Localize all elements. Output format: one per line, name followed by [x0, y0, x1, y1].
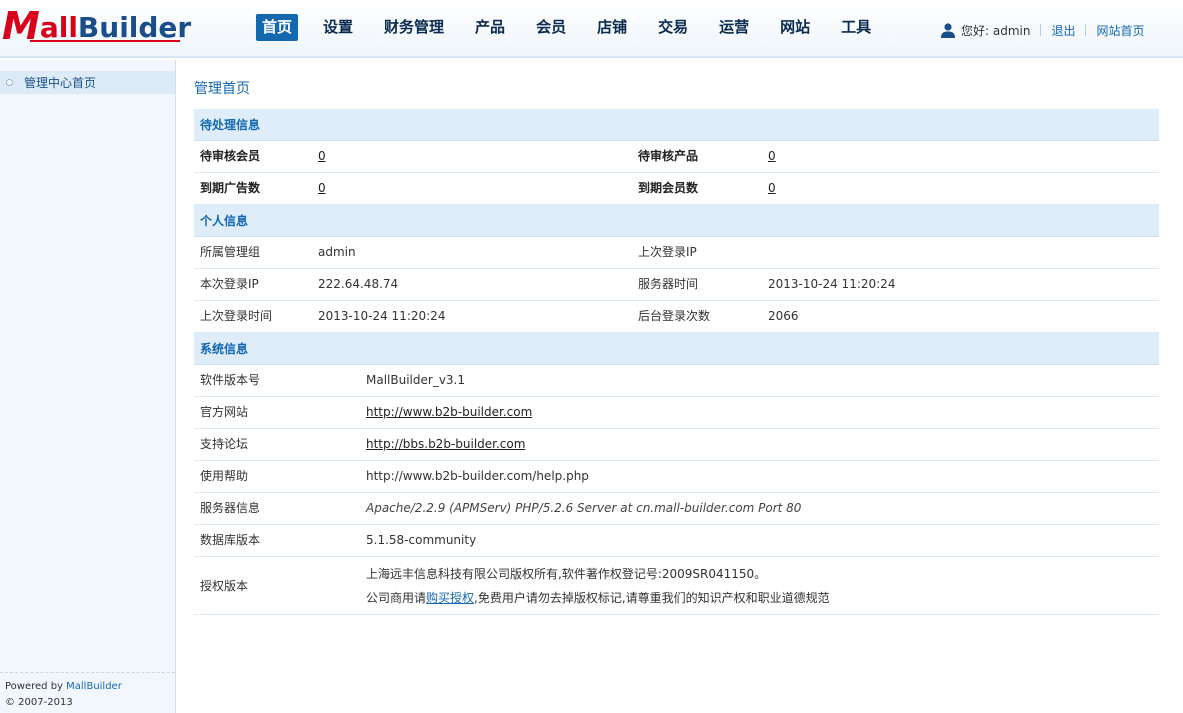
- expired-ads-label: 到期广告数: [200, 181, 261, 195]
- this-ip-value: 222.64.48.74: [318, 277, 399, 291]
- group-value: admin: [318, 245, 356, 259]
- powered-by: Powered by MallBuilder: [5, 679, 122, 695]
- table-row: 使用帮助 http://www.b2b-builder.com/help.php: [194, 461, 1159, 493]
- nav-item-shops[interactable]: 店铺: [591, 14, 633, 41]
- nav-item-products[interactable]: 产品: [469, 14, 511, 41]
- last-login-label: 上次登录时间: [200, 309, 273, 323]
- last-login-value: 2013-10-24 11:20:24: [318, 309, 446, 323]
- table-row: 数据库版本 5.1.58-community: [194, 525, 1159, 557]
- license-line-2-prefix: 公司商用请: [366, 591, 427, 605]
- pending-products-link[interactable]: 0: [768, 141, 776, 172]
- version-label: 软件版本号: [200, 373, 261, 387]
- user-bar: 您好: admin 退出 网站首页: [940, 21, 1145, 39]
- section-personal-header: 个人信息: [194, 205, 1159, 237]
- db-version-value: 5.1.58-community: [366, 533, 477, 547]
- official-site-label: 官方网站: [200, 405, 249, 419]
- sidebar-item-label: 管理中心首页: [24, 76, 97, 90]
- buy-license-link[interactable]: 购买授权: [426, 591, 474, 605]
- nav-item-members[interactable]: 会员: [530, 14, 572, 41]
- db-version-label: 数据库版本: [200, 533, 261, 547]
- mallbuilder-logo[interactable]: Mall Builder: [2, 4, 191, 48]
- powered-by-prefix: Powered by: [5, 681, 67, 692]
- divider: [1040, 24, 1042, 36]
- user-icon: [941, 23, 955, 38]
- section-pending-header: 待处理信息: [194, 109, 1159, 141]
- sidebar-footer-divider: [0, 672, 175, 673]
- expired-ads-link[interactable]: 0: [318, 173, 326, 204]
- forum-link[interactable]: http://bbs.b2b-builder.com: [366, 429, 525, 460]
- table-row: 所属管理组 admin 上次登录IP: [194, 237, 1159, 269]
- table-row: 软件版本号 MallBuilder_v3.1: [194, 365, 1159, 397]
- table-row: 待审核会员 0 待审核产品 0: [194, 141, 1159, 173]
- license-line-2-suffix: ,免费用户请勿去掉版权标记,请尊重我们的知识产权和职业道德规范: [474, 591, 830, 605]
- license-line-1: 上海远丰信息科技有限公司版权所有,软件著作权登记号:2009SR041150。: [366, 567, 767, 581]
- server-time-label: 服务器时间: [638, 277, 699, 291]
- top-nav: 首页 设置 财务管理 产品 会员 店铺 交易 运营 网站 工具: [256, 14, 896, 42]
- greeting-text: 您好: admin: [961, 23, 1031, 38]
- forum-label: 支持论坛: [200, 437, 249, 451]
- license-value: 上海远丰信息科技有限公司版权所有,软件著作权登记号:2009SR041150。 …: [366, 562, 830, 610]
- last-ip-label: 上次登录IP: [638, 245, 697, 259]
- table-row: 服务器信息 Apache/2.2.9 (APMServ) PHP/5.2.6 S…: [194, 493, 1159, 525]
- pending-members-label: 待审核会员: [200, 149, 261, 163]
- table-row: 本次登录IP 222.64.48.74 服务器时间 2013-10-24 11:…: [194, 269, 1159, 301]
- expired-members-link[interactable]: 0: [768, 173, 776, 204]
- sidebar-footer: Powered by MallBuilder © 2007-2013: [5, 679, 122, 711]
- server-info-label: 服务器信息: [200, 501, 261, 515]
- bullet-icon: [6, 79, 13, 86]
- nav-item-trade[interactable]: 交易: [652, 14, 694, 41]
- logo-underline: [30, 40, 180, 42]
- sidebar-item-admin-home[interactable]: 管理中心首页: [0, 71, 175, 94]
- login-count-label: 后台登录次数: [638, 309, 711, 323]
- pending-members-link[interactable]: 0: [318, 141, 326, 172]
- this-ip-label: 本次登录IP: [200, 277, 259, 291]
- logout-link[interactable]: 退出: [1051, 22, 1075, 39]
- nav-item-finance[interactable]: 财务管理: [378, 14, 450, 41]
- license-label: 授权版本: [200, 579, 249, 593]
- info-panel: 待处理信息 待审核会员 0 待审核产品 0 到期广告数 0 到期会员数 0 个人…: [194, 109, 1159, 615]
- nav-item-website[interactable]: 网站: [774, 14, 816, 41]
- official-site-link[interactable]: http://www.b2b-builder.com: [366, 397, 532, 428]
- table-row: 支持论坛 http://bbs.b2b-builder.com: [194, 429, 1159, 461]
- section-system-header: 系统信息: [194, 333, 1159, 365]
- server-info-value: Apache/2.2.9 (APMServ) PHP/5.2.6 Server …: [366, 501, 802, 515]
- table-row: 到期广告数 0 到期会员数 0: [194, 173, 1159, 205]
- help-label: 使用帮助: [200, 469, 249, 483]
- divider: [1085, 24, 1087, 36]
- table-row: 授权版本 上海远丰信息科技有限公司版权所有,软件著作权登记号:2009SR041…: [194, 557, 1159, 615]
- table-row: 官方网站 http://www.b2b-builder.com: [194, 397, 1159, 429]
- version-value: MallBuilder_v3.1: [366, 373, 465, 387]
- nav-item-settings[interactable]: 设置: [317, 14, 359, 41]
- nav-item-tools[interactable]: 工具: [835, 14, 877, 41]
- logo-letter-m: M: [2, 4, 40, 48]
- powered-by-brand-link[interactable]: MallBuilder: [66, 681, 122, 692]
- copyright-text: © 2007-2013: [5, 697, 73, 708]
- pending-products-label: 待审核产品: [638, 149, 699, 163]
- page-title: 管理首页: [194, 81, 250, 97]
- login-count-value: 2066: [768, 309, 799, 323]
- sidebar: 管理中心首页 Powered by MallBuilder © 2007-201…: [0, 60, 176, 713]
- nav-item-home[interactable]: 首页: [256, 14, 299, 41]
- nav-item-operations[interactable]: 运营: [713, 14, 755, 41]
- expired-members-label: 到期会员数: [638, 181, 699, 195]
- help-value: http://www.b2b-builder.com/help.php: [366, 469, 589, 483]
- table-row: 上次登录时间 2013-10-24 11:20:24 后台登录次数 2066: [194, 301, 1159, 333]
- server-time-value: 2013-10-24 11:20:24: [768, 277, 896, 291]
- license-line-2: 公司商用请购买授权,免费用户请勿去掉版权标记,请尊重我们的知识产权和职业道德规范: [366, 586, 830, 610]
- header: Mall Builder 首页 设置 财务管理 产品 会员 店铺 交易 运营 网站…: [0, 0, 1183, 58]
- group-label: 所属管理组: [200, 245, 261, 259]
- site-home-link[interactable]: 网站首页: [1096, 22, 1144, 39]
